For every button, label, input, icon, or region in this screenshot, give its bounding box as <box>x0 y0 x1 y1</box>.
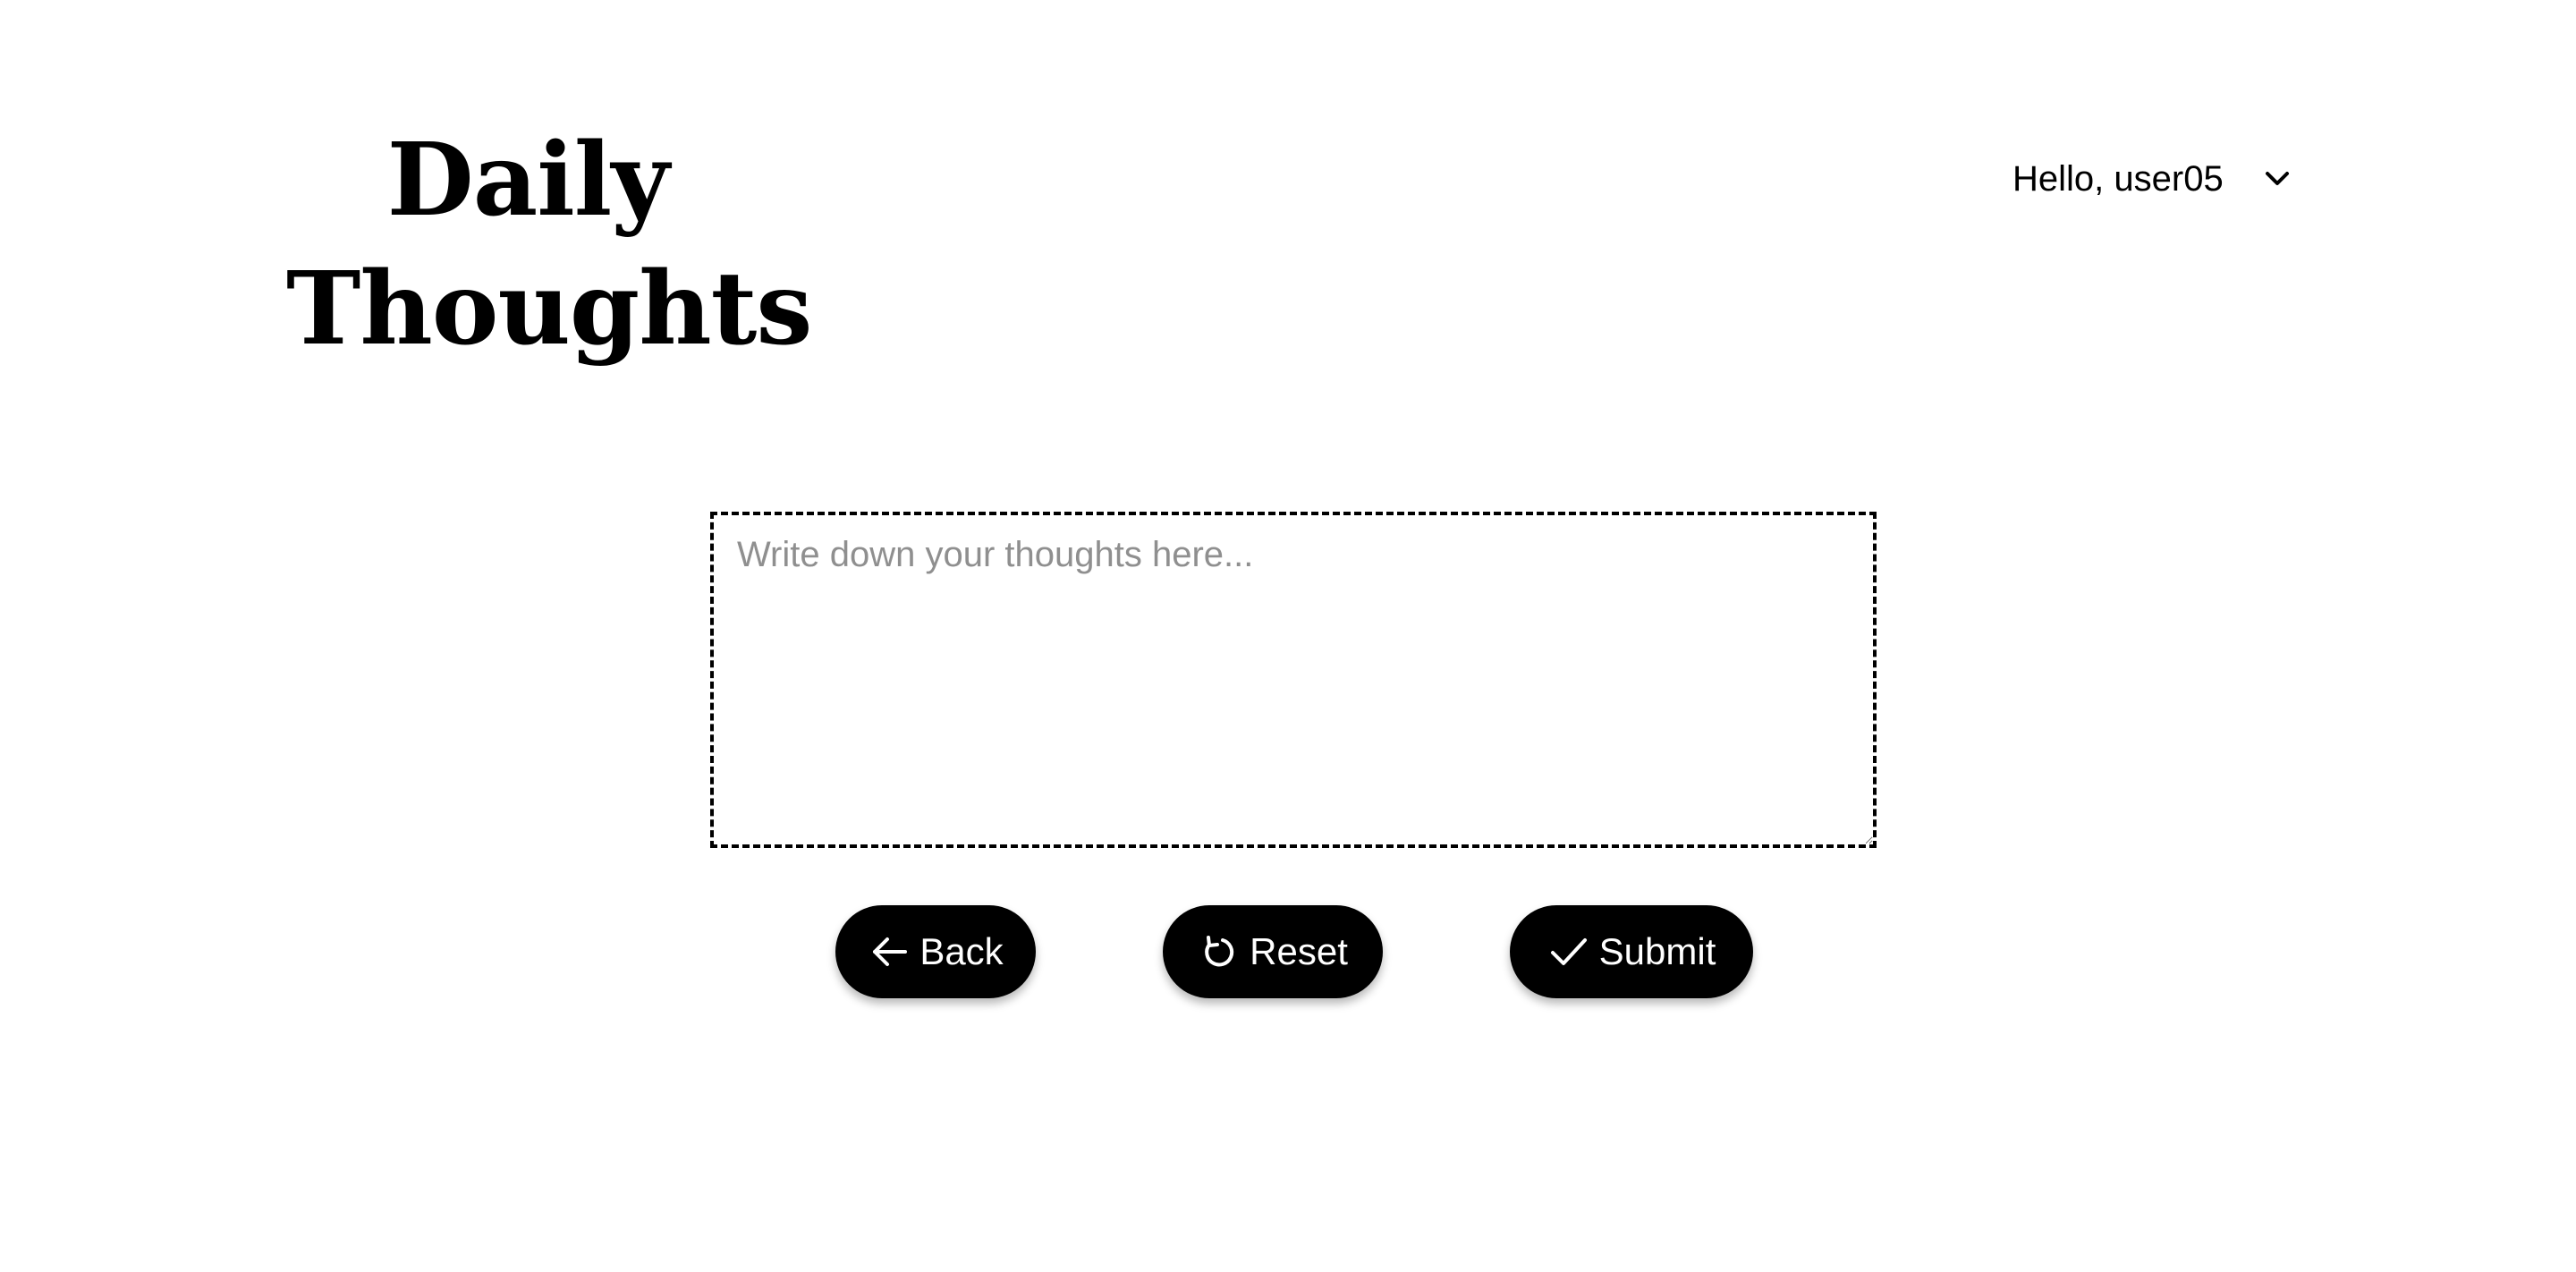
reset-button[interactable]: Reset <box>1163 905 1383 998</box>
submit-button-label: Submit <box>1598 930 1716 972</box>
submit-button[interactable]: Submit <box>1510 905 1753 998</box>
thought-editor <box>710 512 1877 848</box>
app-logo: Daily Thoughts <box>286 116 812 374</box>
logo-line-2: Thoughts <box>286 250 812 368</box>
back-button[interactable]: Back <box>835 905 1036 998</box>
user-greeting: Hello, user05 <box>2012 158 2224 199</box>
reset-button-label: Reset <box>1250 930 1348 972</box>
arrow-left-icon <box>868 930 911 973</box>
refresh-icon <box>1198 930 1241 973</box>
back-button-label: Back <box>919 930 1004 972</box>
logo-line-1: Daily <box>386 122 670 239</box>
thoughts-textarea[interactable] <box>710 512 1877 848</box>
check-icon <box>1547 930 1590 973</box>
page: Daily Thoughts Hello, user05 Back <box>0 0 2576 1272</box>
chevron-down-icon[interactable] <box>2261 163 2293 195</box>
user-menu[interactable]: Hello, user05 <box>2012 152 2293 206</box>
